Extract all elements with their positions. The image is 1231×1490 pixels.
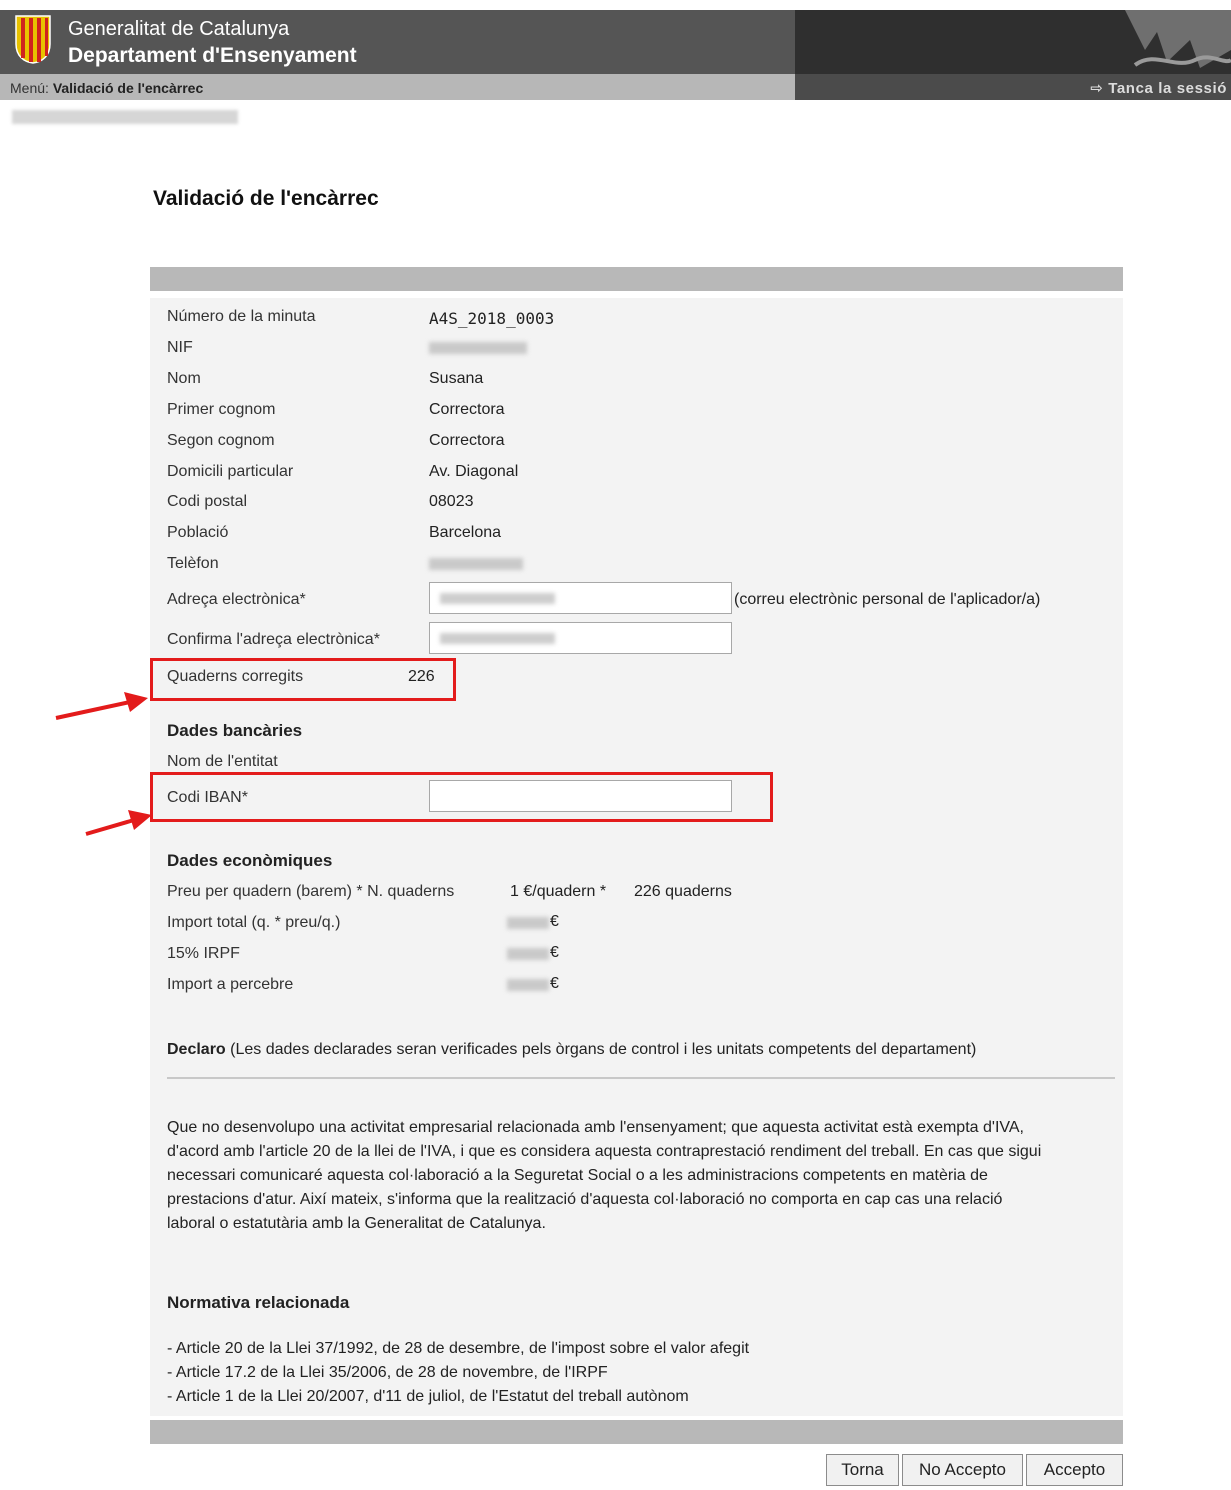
cognom2-value: Correctora	[429, 432, 505, 449]
email-hint: (correu electrònic personal de l'aplicad…	[734, 591, 1041, 608]
declaration-heading: Declaro (Les dades declarades seran veri…	[167, 1041, 976, 1059]
price-label: Preu per quadern (barem) * N. quaderns	[167, 883, 455, 900]
emblem-decoration-icon	[1125, 10, 1231, 68]
cognom1-label: Primer cognom	[167, 401, 276, 418]
nif-label: NIF	[167, 339, 193, 356]
quaderns-label: Quaderns corregits	[167, 668, 304, 685]
normativa-item: - Article 1 de la Llei 20/2007, d'11 de …	[167, 1388, 689, 1405]
poblacio-label: Població	[167, 524, 229, 541]
menu-label: Menú:	[10, 80, 49, 96]
minute-label: Número de la minuta	[167, 308, 316, 325]
nom-label: Nom	[167, 370, 201, 387]
minute-value: A4S_2018_0003	[429, 309, 555, 328]
normativa-item: - Article 20 de la Llei 37/1992, de 28 d…	[167, 1340, 750, 1357]
email-value-redacted	[440, 593, 555, 604]
generalitat-logo-icon	[15, 15, 51, 64]
irpf-currency: €	[550, 944, 559, 961]
cp-label: Codi postal	[167, 493, 248, 510]
declaration-note: (Les dades declarades seran verificades …	[230, 1041, 977, 1058]
net-value-redacted	[507, 979, 549, 991]
iban-field[interactable]	[429, 780, 732, 812]
iban-label: Codi IBAN*	[167, 789, 248, 806]
arrow-annotation-icon	[55, 692, 148, 720]
email-field[interactable]	[429, 582, 732, 614]
email-confirm-label: Confirma l'adreça electrònica*	[167, 631, 380, 648]
normativa-title: Normativa relacionada	[167, 1293, 350, 1312]
price-value: 1 €/quadern *	[510, 883, 607, 900]
entity-label: Nom de l'entitat	[167, 753, 278, 770]
user-info-redacted	[12, 110, 238, 124]
total-label: Import total (q. * preu/q.)	[167, 914, 341, 931]
normativa-item: - Article 17.2 de la Llei 35/2006, de 28…	[167, 1364, 608, 1381]
nif-value-redacted	[429, 342, 527, 354]
domicili-value: Av. Diagonal	[429, 463, 519, 480]
department-name: Departament d'Ensenyament	[68, 44, 357, 67]
form-bottom-bar	[150, 1420, 1123, 1444]
arrow-annotation-icon	[85, 810, 152, 836]
net-currency: €	[550, 975, 559, 992]
total-currency: €	[550, 913, 559, 930]
header-emblem-area	[795, 10, 1231, 74]
poblacio-value: Barcelona	[429, 524, 502, 541]
cognom1-value: Correctora	[429, 401, 505, 418]
irpf-value-redacted	[507, 948, 549, 960]
menu-current[interactable]: Validació de l'encàrrec	[53, 80, 203, 96]
divider	[167, 1077, 1115, 1079]
quaderns-value: 226	[408, 668, 435, 685]
econ-section-title: Dades econòmiques	[167, 851, 333, 870]
reject-button[interactable]: No Accepto	[902, 1454, 1023, 1486]
form-top-bar	[150, 267, 1123, 291]
accept-button[interactable]: Accepto	[1026, 1454, 1123, 1486]
domicili-label: Domicili particular	[167, 463, 294, 480]
page-title: Validació de l'encàrrec	[153, 187, 379, 210]
back-button[interactable]: Torna	[826, 1454, 899, 1486]
breadcrumb: Menú: Validació de l'encàrrec	[10, 80, 203, 96]
cp-value: 08023	[429, 493, 474, 510]
price-count: 226 quaderns	[634, 883, 732, 900]
logout-link[interactable]: ⇨ Tanca la sessió	[1090, 79, 1227, 97]
email-confirm-field[interactable]	[429, 622, 732, 654]
declaration-title: Declaro	[167, 1041, 226, 1058]
declaration-text: Que no desenvolupo una activitat empresa…	[167, 1119, 1042, 1232]
bank-section-title: Dades bancàries	[167, 721, 303, 740]
email-confirm-value-redacted	[440, 633, 555, 644]
nom-value: Susana	[429, 370, 484, 387]
irpf-label: 15% IRPF	[167, 945, 240, 962]
total-value-redacted	[507, 917, 549, 929]
net-label: Import a percebre	[167, 976, 294, 993]
cognom2-label: Segon cognom	[167, 432, 275, 449]
telefon-label: Telèfon	[167, 555, 219, 572]
org-name: Generalitat de Catalunya	[68, 18, 290, 40]
email-label: Adreça electrònica*	[167, 591, 306, 608]
telefon-value-redacted	[429, 558, 523, 570]
